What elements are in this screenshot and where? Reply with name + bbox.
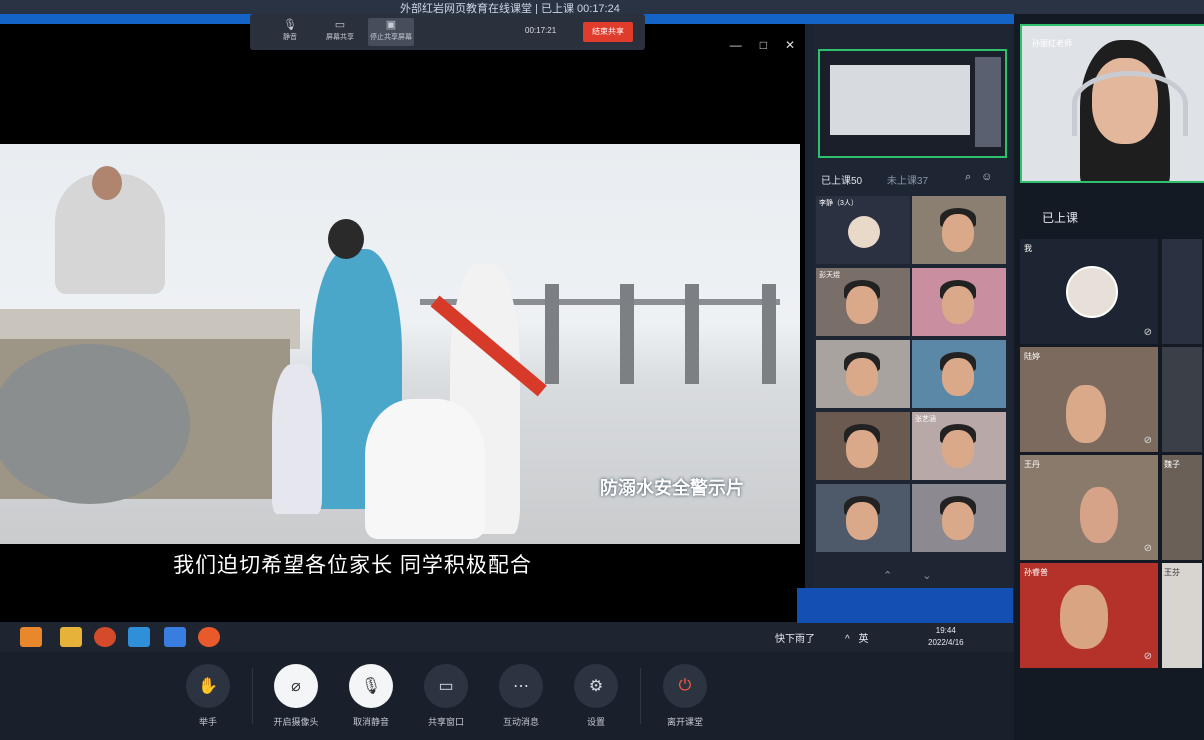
attended-label: 已上课: [1042, 211, 1079, 225]
railing-post: [545, 284, 559, 384]
railing-post: [685, 284, 699, 384]
student-tile[interactable]: [816, 340, 910, 408]
mute-button[interactable]: 🎙 静音: [270, 18, 310, 46]
woman-head: [328, 219, 364, 259]
student-tile[interactable]: [912, 484, 1006, 552]
end-share-button[interactable]: 结束共享: [583, 22, 633, 42]
chat-icon: ⋯: [499, 664, 543, 708]
participant-panel: 孙丽红老师 已上课 我 ⊘ 陆婷 ⊘ 王丹 ⊘ 孙睿普 ⊘ 魏子 王芬: [1014, 14, 1204, 740]
close-icon[interactable]: ✕: [785, 38, 795, 52]
user-icon[interactable]: ☺: [981, 171, 1002, 183]
blue-overlay: [797, 588, 1013, 623]
teacher-name: 孙丽红老师: [1032, 39, 1072, 48]
teacher-camera[interactable]: 孙丽红老师: [1020, 24, 1204, 183]
record-icon[interactable]: [198, 627, 220, 647]
microphone-icon: 🎙: [283, 19, 297, 31]
divider: [252, 668, 253, 724]
power-icon: ⏻: [663, 664, 707, 708]
student-tile[interactable]: 张艺涵: [912, 412, 1006, 480]
student-tabs: 已上课50 未上课37: [821, 172, 950, 187]
messages-button[interactable]: ⋯ 互动消息: [491, 664, 551, 728]
student-panel: 已上课50 未上课37 ⌕☺ 李静（3人） 彭天煜 张艺涵 ⌃⌄: [813, 24, 1010, 594]
system-tray[interactable]: ^ 英: [845, 630, 871, 645]
minimize-icon[interactable]: —: [730, 38, 742, 52]
headset-icon: [1072, 71, 1188, 136]
unmute-button[interactable]: 🎙 取消静音: [341, 664, 401, 728]
shared-screen-window[interactable]: — □ ✕ 防溺水安全警示片 我们迫切希望各位家长 同学积极配合: [0, 24, 805, 624]
folder-icon[interactable]: [60, 627, 82, 647]
avatar: [1066, 266, 1118, 318]
student-face: [1080, 487, 1118, 543]
camera-off-icon: ⌀: [274, 664, 318, 708]
participant-tile-partial[interactable]: [1162, 347, 1202, 452]
video-watermark: 防溺水安全警示片: [600, 478, 744, 498]
meeting-control-bar: ✋ 举手 ⌀ 开启摄像头 🎙 取消静音 ▭ 共享窗口 ⋯ 互动消息 ⚙ 设置 ⏻…: [0, 652, 1014, 740]
child: [272, 364, 322, 514]
microphone-off-icon: ⊘: [1143, 543, 1152, 554]
participant-tile-partial[interactable]: 王芬: [1162, 563, 1202, 668]
participant-tile-partial[interactable]: 魏子: [1162, 455, 1202, 560]
taskbar-clock[interactable]: 19:44 2022/4/16: [928, 625, 964, 649]
screen-icon: ▭: [424, 664, 468, 708]
share-timer: 00:17:21: [525, 26, 557, 35]
share-window-button[interactable]: ▭ 共享窗口: [416, 664, 476, 728]
video-subtitle: 我们迫切希望各位家长 同学积极配合: [173, 554, 532, 577]
tab-attended[interactable]: 已上课50: [821, 176, 862, 187]
participant-tile-self[interactable]: 我 ⊘: [1020, 239, 1158, 344]
floating-toolbar: 🎙 静音 ▭ 屏幕共享 ▣ 停止共享屏幕 00:17:21 结束共享: [250, 14, 645, 50]
stop-share-icon: ▣: [385, 19, 397, 31]
monitor-icon: ▭: [334, 19, 346, 31]
search-icon[interactable]: ⌕: [965, 171, 981, 183]
divider: [640, 668, 641, 724]
page-nav: ⌃⌄: [883, 569, 961, 582]
man-head: [92, 166, 122, 200]
participant-tile[interactable]: 陆婷 ⊘: [1020, 347, 1158, 452]
microphone-off-icon: ⊘: [1143, 435, 1152, 446]
stop-share-button[interactable]: ▣ 停止共享屏幕: [368, 18, 414, 46]
maximize-icon[interactable]: □: [760, 38, 767, 52]
camera-button[interactable]: ⌀ 开启摄像头: [266, 664, 326, 728]
window-title-bar: 外部红岩网页教育在线课堂 | 已上课 00:17:24: [0, 0, 1204, 15]
browser-icon[interactable]: [164, 627, 186, 647]
student-tile[interactable]: 李静（3人）: [816, 196, 910, 264]
participant-tile-partial[interactable]: [1162, 239, 1202, 344]
panel-tools: ⌕☺: [965, 171, 1002, 184]
preview-student-strip: [975, 57, 1001, 147]
volunteer-crouching: [365, 399, 485, 539]
avatar: [848, 216, 880, 248]
preview-video: [830, 65, 970, 135]
student-face: [1066, 385, 1106, 443]
meeting-app-icon[interactable]: [128, 627, 150, 647]
student-face: [1060, 585, 1108, 649]
student-tile[interactable]: [912, 196, 1006, 264]
railing-post: [620, 284, 634, 384]
leave-class-button[interactable]: ⏻ 离开课堂: [655, 664, 715, 728]
tab-absent[interactable]: 未上课37: [887, 176, 928, 187]
railing-post: [762, 284, 776, 384]
student-tile[interactable]: [816, 484, 910, 552]
microphone-off-icon: ⊘: [1143, 651, 1152, 662]
microphone-off-icon: 🎙: [349, 664, 393, 708]
chevron-down-icon[interactable]: ⌄: [922, 570, 961, 582]
participant-tile[interactable]: 孙睿普 ⊘: [1020, 563, 1158, 668]
os-taskbar: 快下雨了 ^ 英 19:44 2022/4/16: [0, 622, 1014, 652]
screen-share-preview[interactable]: [818, 49, 1007, 158]
student-tile[interactable]: [816, 412, 910, 480]
microphone-off-icon: ⊘: [1143, 327, 1152, 338]
hand-icon: ✋: [186, 664, 230, 708]
participant-tile[interactable]: 王丹 ⊘: [1020, 455, 1158, 560]
raise-hand-button[interactable]: ✋ 举手: [178, 664, 238, 728]
powerpoint-icon[interactable]: [94, 627, 116, 647]
window-controls: — □ ✕: [730, 38, 795, 52]
student-tile[interactable]: [912, 340, 1006, 408]
gear-icon: ⚙: [574, 664, 618, 708]
chevron-up-icon[interactable]: ⌃: [883, 570, 922, 582]
wechat-icon[interactable]: [20, 627, 42, 647]
video-frame[interactable]: 防溺水安全警示片: [0, 144, 800, 544]
settings-button[interactable]: ⚙ 设置: [566, 664, 626, 728]
weather-widget[interactable]: 快下雨了: [775, 630, 815, 645]
student-tile[interactable]: 彭天煜: [816, 268, 910, 336]
screen-share-button[interactable]: ▭ 屏幕共享: [320, 18, 360, 46]
student-tile[interactable]: [912, 268, 1006, 336]
